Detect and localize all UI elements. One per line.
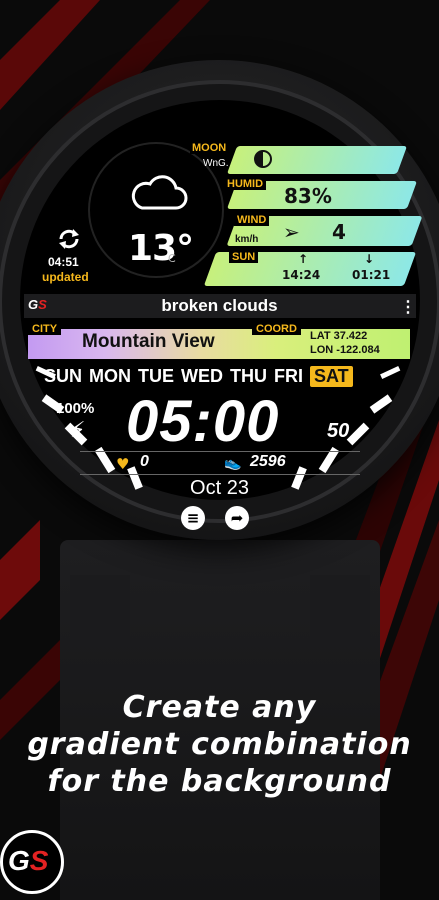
promo-line-1: Create any — [122, 690, 317, 725]
promo-line-2: gradient combination — [27, 727, 412, 762]
strap-lug-right — [310, 575, 370, 645]
promo-line-3: for the background — [47, 764, 392, 799]
brand-logo: GS — [8, 845, 49, 876]
heart-icon[interactable]: ♥ — [116, 455, 129, 473]
shortcut-row: ≡ ➦ — [181, 506, 249, 530]
strap-lug-left — [70, 575, 130, 645]
clock-seconds: 50 — [327, 420, 350, 442]
heart-rate-value: 0 — [140, 453, 149, 470]
menu-icon[interactable]: ≡ — [181, 506, 205, 530]
steps-value: 2596 — [250, 453, 286, 470]
share-icon[interactable]: ➦ — [225, 506, 249, 530]
steps-icon[interactable]: 👟 — [224, 455, 241, 471]
charging-icon: ⚡ — [70, 418, 86, 443]
clock-time: 05:00 — [126, 389, 280, 454]
battery-value[interactable]: 100% — [56, 400, 94, 417]
date-label[interactable]: Oct 23 — [0, 477, 439, 500]
divider-top — [80, 451, 360, 452]
divider-bottom — [80, 474, 360, 475]
